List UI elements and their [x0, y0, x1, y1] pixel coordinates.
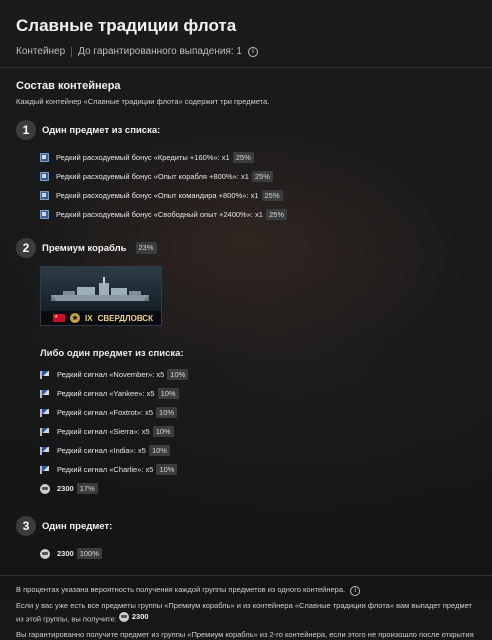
list-item[interactable]: Редкий сигнал «Charlie»: x5 10%: [40, 460, 476, 479]
ship-level: IX: [85, 313, 93, 323]
step-number: 3: [16, 516, 36, 536]
chance-badge: 25%: [251, 170, 273, 183]
step-2-list: Редкий сигнал «November»: x5 10% Редкий …: [40, 365, 476, 498]
list-item[interactable]: Редкий сигнал «Sierra»: x5 10%: [40, 422, 476, 441]
chance-badge: 10%: [156, 406, 178, 419]
item-text: Редкий расходуемый бонус «Свободный опыт…: [56, 210, 263, 219]
bonus-icon: [40, 172, 49, 181]
item-text: Редкий сигнал «Charlie»: x5: [57, 465, 154, 474]
list-item[interactable]: Редкий сигнал «India»: x5 10%: [40, 441, 476, 460]
list-item[interactable]: 2300 17%: [40, 479, 476, 498]
step-number: 1: [16, 120, 36, 140]
alternative-list-label: Либо один предмет из списка:: [40, 348, 184, 359]
premium-ship-icon: ★: [70, 313, 80, 323]
duplicate-note: Если у вас уже есть все предметы группы …: [16, 601, 472, 624]
bonus-icon: [40, 191, 49, 200]
chance-badge: 25%: [232, 151, 254, 164]
page-title: Славные традиции флота: [16, 16, 237, 35]
ussr-flag-icon: [53, 314, 65, 322]
compensation-value: 2300: [118, 611, 149, 622]
footer-note: В процентах указана вероятность получени…: [16, 584, 476, 596]
list-item[interactable]: Редкий расходуемый бонус «Кредиты +160%»…: [40, 148, 476, 167]
bonus-icon: [40, 210, 49, 219]
item-text: Редкий расходуемый бонус «Кредиты +160%»…: [56, 153, 230, 162]
chance-badge: 10%: [167, 368, 189, 381]
meta-divider: [71, 46, 73, 57]
step-3-list: 2300 100%: [40, 544, 476, 563]
list-item[interactable]: Редкий расходуемый бонус «Свободный опыт…: [40, 205, 476, 224]
step-number: 2: [16, 238, 36, 258]
list-item[interactable]: Редкий сигнал «November»: x5 10%: [40, 365, 476, 384]
item-text: Редкий сигнал «Yankee»: x5: [57, 389, 155, 398]
item-text: 2300: [57, 484, 74, 493]
chance-badge: 10%: [148, 444, 170, 457]
chance-badge: 10%: [157, 387, 179, 400]
item-text: Редкий сигнал «November»: x5: [57, 370, 165, 379]
chance-badge: 25%: [261, 189, 283, 202]
item-text: Редкий сигнал «Foxtrot»: x5: [57, 408, 154, 417]
footer-note: Если у вас уже есть все предметы группы …: [16, 600, 476, 625]
guarantee-counter: До гарантированного выпадения: 1: [78, 46, 242, 57]
container-type: Контейнер: [16, 46, 66, 57]
item-text: Редкий сигнал «Sierra»: x5: [57, 427, 150, 436]
chance-badge: 25%: [265, 208, 287, 221]
contents-heading: Состав контейнера: [16, 80, 121, 92]
ship-card[interactable]: ★ IX СВЕРДЛОВСК: [40, 266, 162, 326]
list-item[interactable]: 2300 100%: [40, 544, 476, 563]
credits-icon: [118, 611, 129, 622]
credits-icon: [40, 483, 50, 494]
step-label: Один предмет из списка:: [42, 124, 161, 136]
chance-badge: 100%: [76, 547, 102, 560]
item-text: Редкий расходуемый бонус «Опыт корабля +…: [56, 172, 249, 181]
chance-badge: 23%: [135, 242, 157, 254]
step-1-header: 1 Один предмет из списка:: [16, 120, 476, 140]
list-item[interactable]: Редкий сигнал «Foxtrot»: x5 10%: [40, 403, 476, 422]
chance-badge: 10%: [156, 463, 178, 476]
guarantee-note: Вы гарантированно получите предмет из гр…: [16, 630, 474, 640]
ship-image: [51, 277, 149, 301]
item-text: Редкий сигнал «India»: x5: [57, 446, 146, 455]
step-2-header: 2 Премиум корабль 23%: [16, 238, 476, 258]
credits-icon: [40, 548, 50, 559]
step-label: Один предмет:: [42, 520, 113, 532]
signal-flag-icon: [40, 408, 50, 417]
footer-note: Вы гарантированно получите предмет из гр…: [16, 629, 476, 640]
contents-description: Каждый контейнер «Славные традиции флота…: [16, 97, 270, 106]
item-text: Редкий расходуемый бонус «Опыт командира…: [56, 191, 259, 200]
header-divider: [0, 67, 492, 68]
signal-flag-icon: [40, 465, 50, 474]
compensation-amount: 2300: [131, 612, 149, 622]
item-text: 2300: [57, 549, 74, 558]
container-meta: Контейнер До гарантированного выпадения:…: [16, 46, 476, 57]
step-3-header: 3 Один предмет:: [16, 516, 476, 536]
footer-divider: [0, 575, 492, 576]
list-item[interactable]: Редкий расходуемый бонус «Опыт корабля +…: [40, 167, 476, 186]
list-item[interactable]: Редкий расходуемый бонус «Опыт командира…: [40, 186, 476, 205]
signal-flag-icon: [40, 389, 50, 398]
ship-name: СВЕРДЛОВСК: [97, 313, 153, 323]
signal-flag-icon: [40, 427, 50, 436]
bonus-icon: [40, 153, 49, 162]
step-1-list: Редкий расходуемый бонус «Кредиты +160%»…: [40, 148, 476, 224]
signal-flag-icon: [40, 370, 50, 379]
info-icon[interactable]: i: [350, 586, 361, 596]
container-details-panel: Славные традиции флота Контейнер До гара…: [0, 0, 492, 640]
step-label: Премиум корабль: [42, 242, 127, 254]
probability-note: В процентах указана вероятность получени…: [16, 585, 346, 594]
chance-badge: 10%: [152, 425, 174, 438]
signal-flag-icon: [40, 446, 50, 455]
ship-name-bar: ★ IX СВЕРДЛОВСК: [41, 311, 161, 325]
footer-notes: В процентах указана вероятность получени…: [16, 584, 476, 640]
info-icon[interactable]: i: [247, 46, 258, 57]
list-item[interactable]: Редкий сигнал «Yankee»: x5 10%: [40, 384, 476, 403]
chance-badge: 17%: [76, 482, 98, 495]
